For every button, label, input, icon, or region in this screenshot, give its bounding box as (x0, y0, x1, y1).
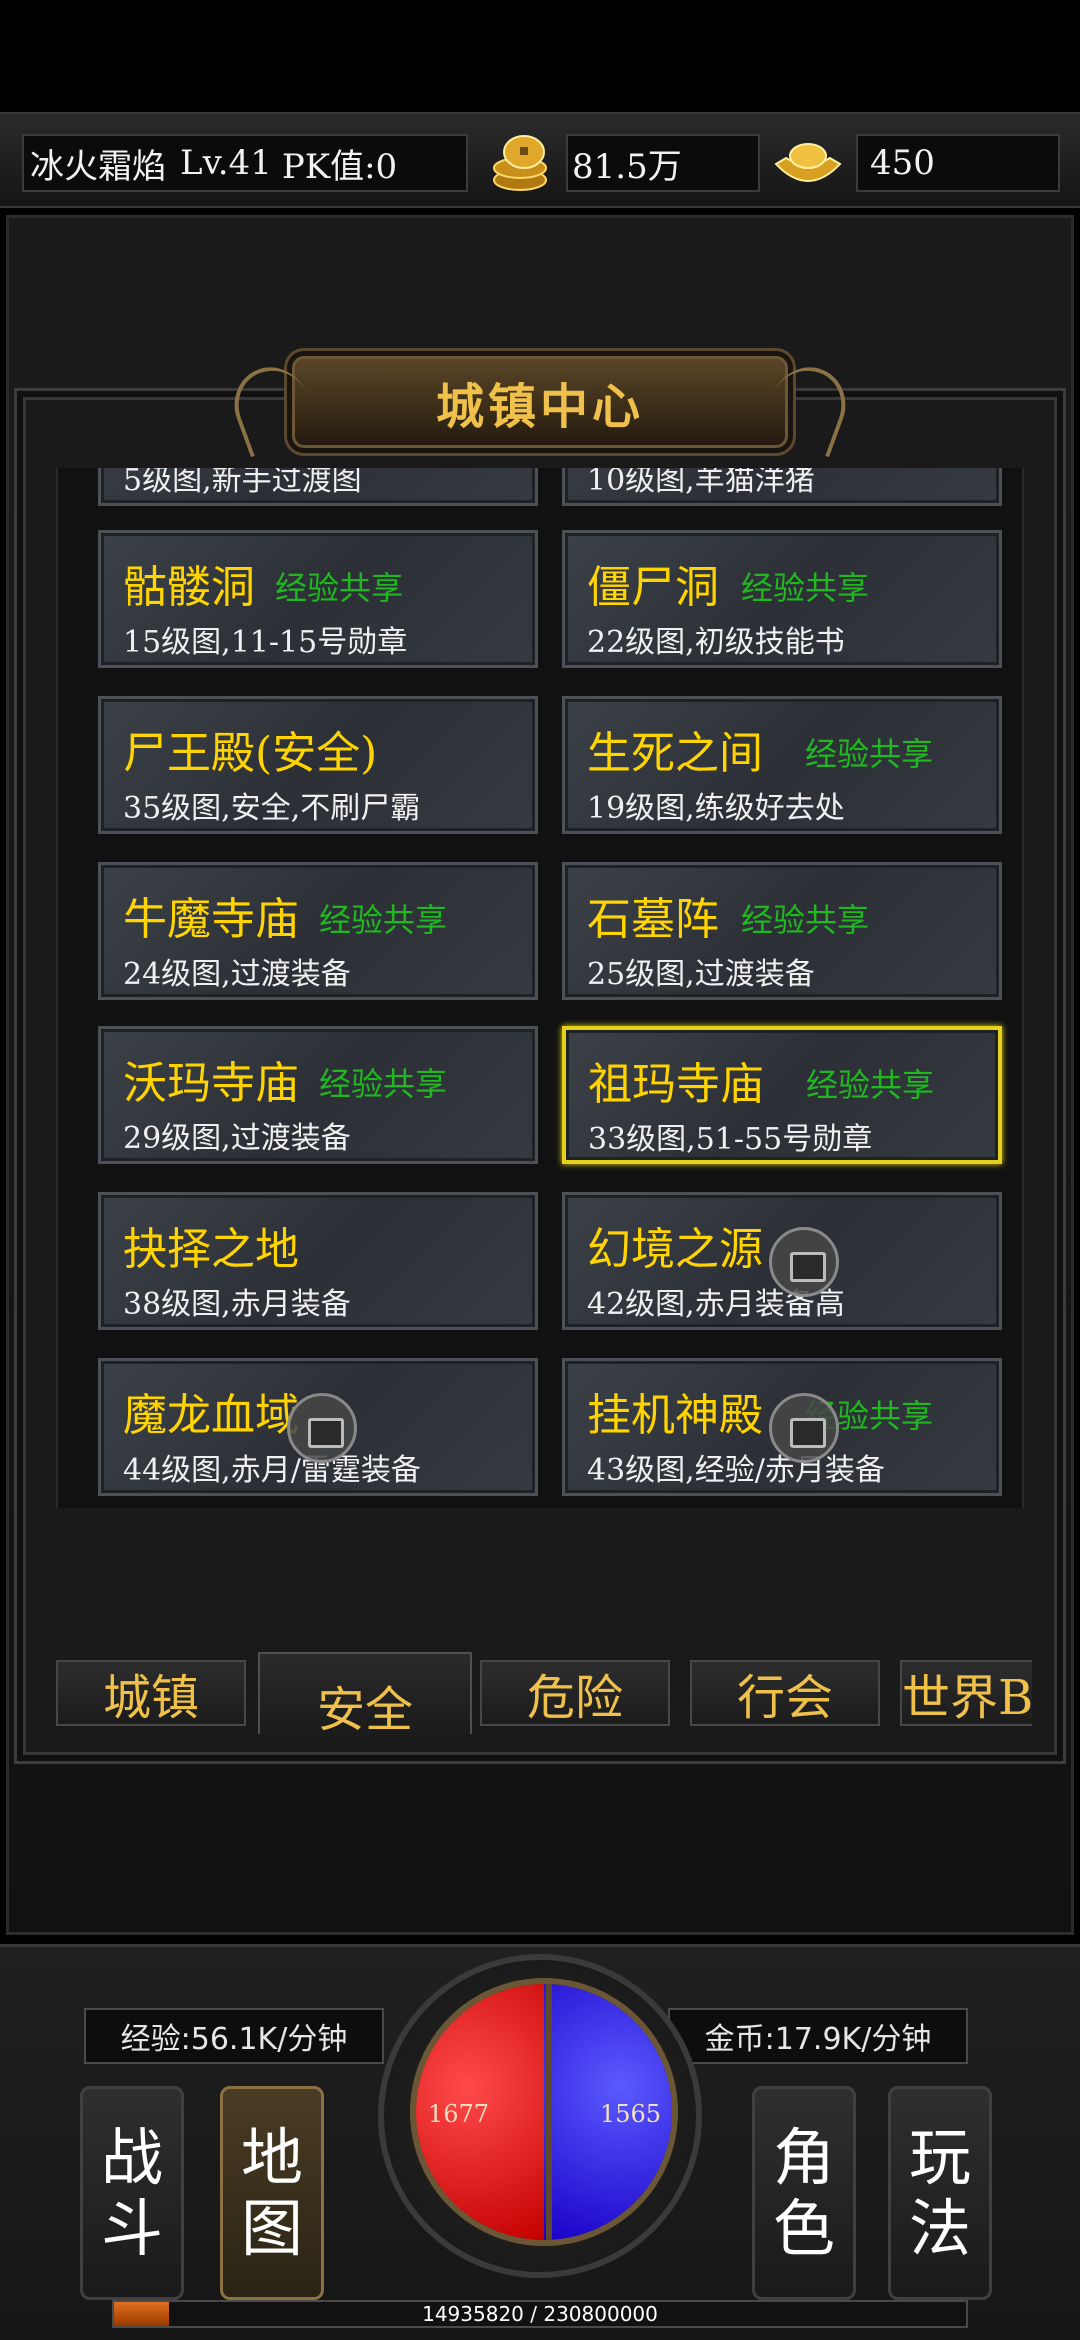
map-card[interactable]: 生死之间 经验共享 19级图,练级好去处 (562, 696, 1002, 834)
pk-value: PK值:0 (281, 146, 398, 187)
map-description: 10级图,羊猫洋猪 (587, 468, 815, 498)
map-name: 抉择之地 (123, 1224, 299, 1275)
exp-progress-text: 14935820 / 230800000 (422, 2302, 658, 2326)
map-name: 尸王殿(安全) (123, 728, 378, 779)
map-label-1: 地 (240, 2120, 303, 2194)
exp-share-tag: 经验共享 (741, 569, 870, 607)
tab-town[interactable]: 城镇 (56, 1660, 246, 1726)
map-card[interactable]: 僵尸洞 经验共享 22级图,初级技能书 (562, 530, 1002, 668)
status-bar: 冰火霜焰 Lv.41 PK值:0 81.5万 450 (0, 112, 1080, 208)
panel-title-plate: 城镇中心 (292, 356, 788, 448)
lock-icon (769, 1227, 839, 1297)
map-card[interactable]: 牛魔寺庙 经验共享 24级图,过渡装备 (98, 862, 538, 1000)
exp-rate: 经验:56.1K/分钟 (84, 2008, 384, 2064)
map-description: 33级图,51-55号勋章 (588, 1122, 873, 1157)
map-description: 24级图,过渡装备 (123, 957, 351, 992)
map-list[interactable]: 5级图,新手过渡图 10级图,羊猫洋猪 骷髅洞 经验共享 15级图,11-15号勋章 僵尸… (56, 468, 1024, 1508)
map-name: 石墓阵 (587, 894, 719, 945)
tab-safe[interactable]: 安全 (258, 1652, 472, 1734)
exp-share-tag: 经验共享 (275, 569, 404, 607)
map-card[interactable]: 尸王殿(安全) 35级图,安全,不刷尸霸 (98, 696, 538, 834)
lock-icon (769, 1393, 839, 1463)
map-description: 25级图,过渡装备 (587, 957, 815, 992)
player-name: 冰火霜焰 (30, 146, 166, 187)
map-description: 43级图,经验/赤月装备 (587, 1453, 885, 1488)
battle-button[interactable]: 战 斗 (80, 2086, 184, 2300)
map-name: 牛魔寺庙 (123, 894, 299, 945)
category-tabs: 城镇 安全 危险 行会 世界B (56, 1652, 1032, 1734)
tab-danger[interactable]: 危险 (480, 1660, 670, 1726)
map-description: 35级图,安全,不刷尸霸 (123, 791, 421, 826)
exp-share-tag: 经验共享 (805, 735, 934, 773)
map-name: 骷髅洞 (123, 562, 255, 613)
orb-divider (546, 1984, 552, 2240)
map-name: 祖玛寺庙 (588, 1059, 764, 1110)
character-label-2: 色 (772, 2192, 835, 2265)
lock-icon (287, 1393, 357, 1463)
map-description: 29级图,过渡装备 (123, 1121, 351, 1156)
map-card[interactable]: 10级图,羊猫洋猪 (562, 468, 1002, 506)
map-description: 19级图,练级好去处 (587, 791, 845, 826)
gameplay-label-1: 玩 (908, 2120, 971, 2194)
exp-share-tag: 经验共享 (741, 901, 870, 939)
map-description: 22级图,初级技能书 (587, 625, 845, 660)
mp-value: 1565 (600, 2100, 662, 2128)
map-name: 魔龙血域 (123, 1390, 299, 1441)
map-card[interactable]: 5级图,新手过渡图 (98, 468, 538, 506)
map-card[interactable]: 沃玛寺庙 经验共享 29级图,过渡装备 (98, 1026, 538, 1164)
tab-guild[interactable]: 行会 (690, 1660, 880, 1726)
map-description: 38级图,赤月装备 (123, 1287, 351, 1322)
map-name: 幻境之源 (587, 1224, 763, 1275)
player-info: 冰火霜焰 Lv.41 PK值:0 (22, 134, 468, 192)
exp-progress-bar: 14935820 / 230800000 (112, 2300, 968, 2328)
map-name: 僵尸洞 (587, 562, 719, 613)
map-label-2: 图 (240, 2192, 303, 2265)
gameplay-label-2: 法 (908, 2192, 971, 2265)
player-level: Lv.41 (180, 143, 272, 183)
map-card[interactable]: 幻境之源 42级图,赤月装备高 (562, 1192, 1002, 1330)
character-label-1: 角 (772, 2120, 835, 2194)
map-description: 44级图,赤月/雷霆装备 (123, 1453, 421, 1488)
map-card[interactable]: 抉择之地 38级图,赤月装备 (98, 1192, 538, 1330)
exp-share-tag: 经验共享 (319, 1065, 448, 1103)
map-card[interactable]: 挂机神殿 经验共享 43级图,经验/赤月装备 (562, 1358, 1002, 1496)
gold-amount: 81.5万 (566, 134, 760, 192)
gold-coin-icon (493, 135, 547, 191)
exp-share-tag: 经验共享 (319, 901, 448, 939)
panel-title: 城镇中心 (435, 379, 644, 435)
map-card[interactable]: 石墓阵 经验共享 25级图,过渡装备 (562, 862, 1002, 1000)
gold-rate: 金币:17.9K/分钟 (668, 2008, 968, 2064)
map-button[interactable]: 地 图 (220, 2086, 324, 2300)
battle-label-2: 斗 (100, 2192, 163, 2265)
tab-world-boss[interactable]: 世界B (900, 1660, 1032, 1726)
gold-value: 81.5万 (572, 146, 682, 187)
exp-share-tag: 经验共享 (806, 1066, 935, 1104)
ingot-value: 450 (870, 143, 935, 183)
map-card[interactable]: 骷髅洞 经验共享 15级图,11-15号勋章 (98, 530, 538, 668)
ingot-icon (774, 143, 842, 182)
battle-label-1: 战 (100, 2120, 163, 2194)
map-name: 生死之间 (587, 728, 763, 779)
hp-value: 1677 (428, 2100, 490, 2128)
ingot-amount: 450 (856, 134, 1060, 192)
map-name: 挂机神殿 (587, 1390, 763, 1441)
map-name: 沃玛寺庙 (123, 1058, 299, 1109)
character-button[interactable]: 角 色 (752, 2086, 856, 2300)
map-description: 15级图,11-15号勋章 (123, 625, 408, 660)
gameplay-button[interactable]: 玩 法 (888, 2086, 992, 2300)
map-card[interactable]: 魔龙血域 44级图,赤月/雷霆装备 (98, 1358, 538, 1496)
map-card[interactable]: 祖玛寺庙 经验共享 33级图,51-55号勋章 (562, 1026, 1002, 1164)
map-description: 5级图,新手过渡图 (123, 468, 362, 498)
